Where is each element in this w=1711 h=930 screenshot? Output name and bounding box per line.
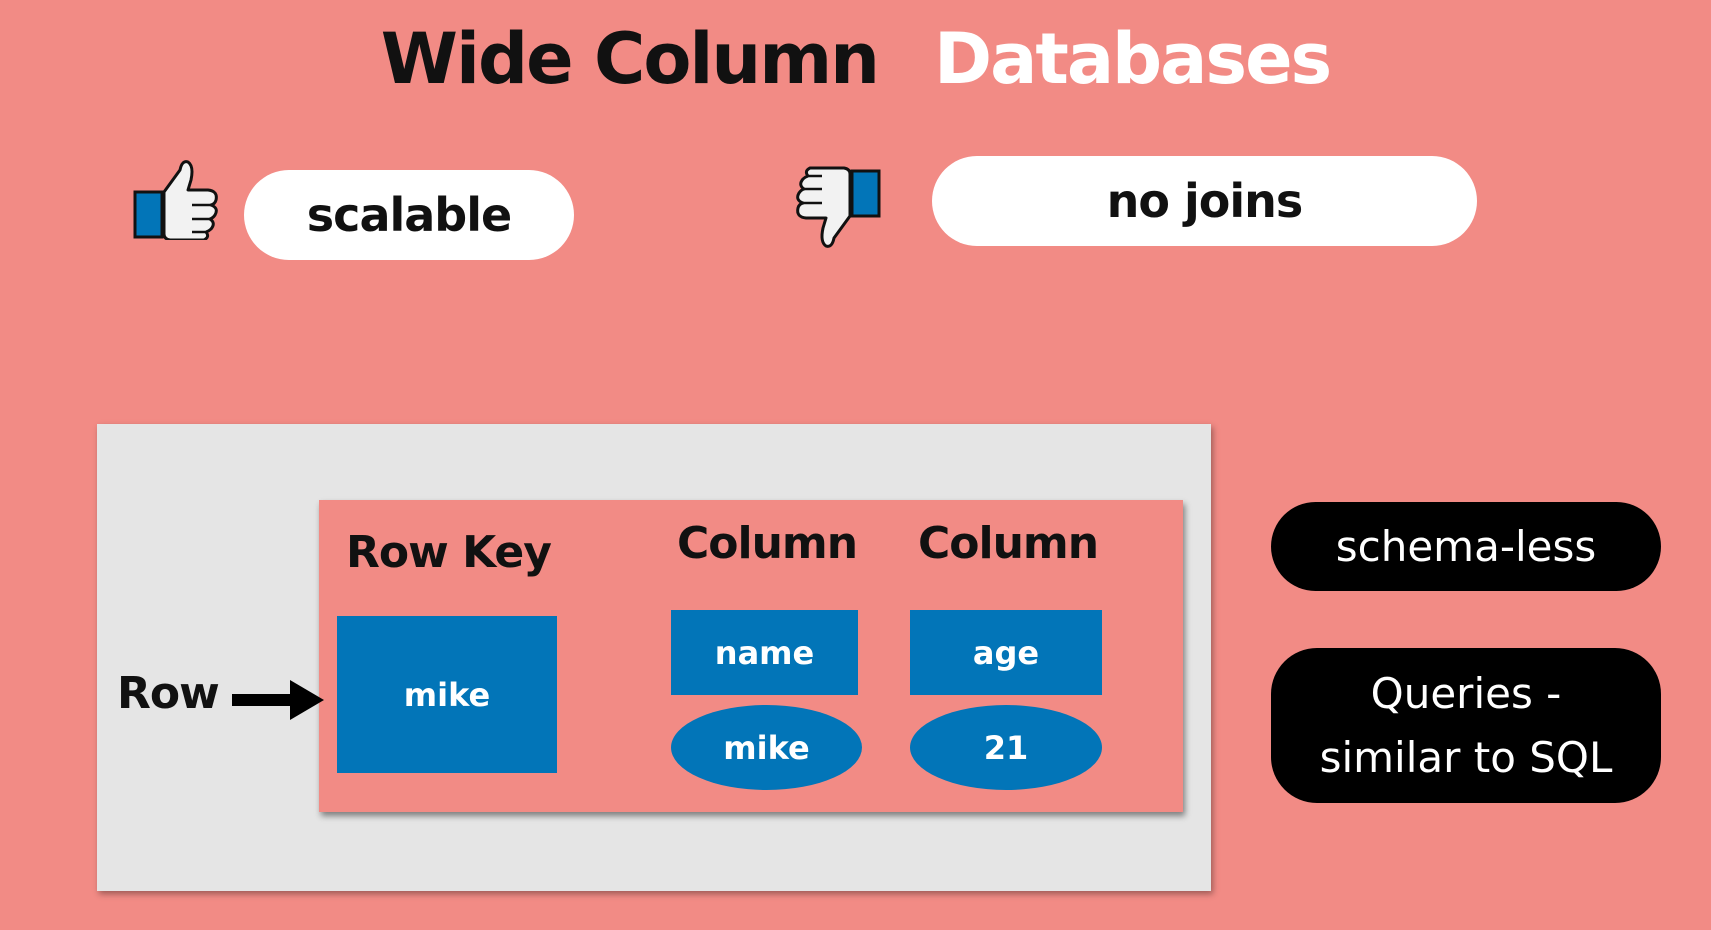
pro-scalable-pill: scalable [244, 170, 574, 260]
row-label: Row [117, 668, 220, 719]
row-key-cell: mike [337, 616, 557, 773]
title-part-wide-column: Wide Column [380, 18, 880, 100]
con-no-joins-pill: no joins [932, 156, 1477, 246]
column-2-value-oval: 21 [910, 705, 1102, 790]
feature-1-text: schema-less [1335, 521, 1597, 571]
title-part-databases: Databases [934, 18, 1332, 100]
pro-label: scalable [306, 188, 512, 242]
column-name-cell: name [671, 610, 858, 695]
thumbs-down-icon [796, 166, 881, 248]
feature-2-line2: similar to SQL [1319, 732, 1613, 782]
column-header-1: Column [677, 518, 858, 569]
column-header-2: Column [918, 518, 1099, 569]
column-1-value: mike [723, 728, 810, 767]
thumbs-up-icon [133, 160, 218, 240]
column-1-name: name [714, 633, 815, 672]
row-key-header: Row Key [346, 527, 552, 578]
column-age-cell: age [910, 610, 1102, 695]
column-2-value: 21 [983, 728, 1029, 767]
column-2-name: age [972, 633, 1040, 672]
column-1-value-oval: mike [671, 705, 862, 790]
queries-sql-pill: Queries - similar to SQL [1271, 648, 1661, 803]
feature-2-line1: Queries - [1370, 668, 1562, 718]
right-arrow-icon [232, 680, 324, 720]
con-label: no joins [1106, 174, 1304, 228]
page-title: Wide Column Databases [0, 18, 1711, 100]
row-key-value: mike [403, 675, 491, 714]
schema-less-pill: schema-less [1271, 502, 1661, 591]
